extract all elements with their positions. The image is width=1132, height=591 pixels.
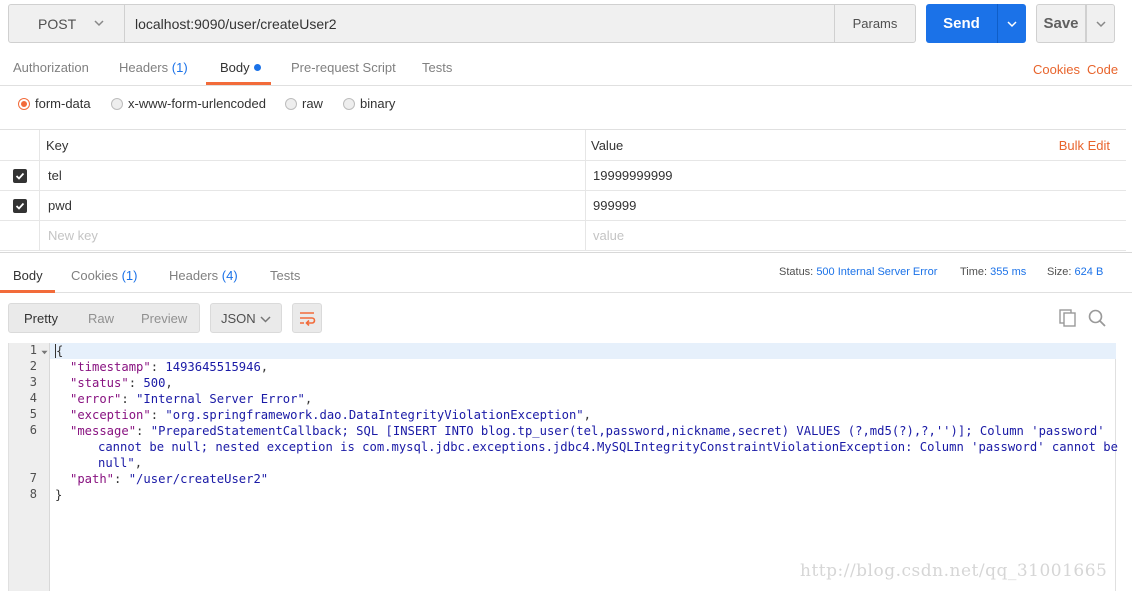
tab-authorization[interactable]: Authorization (13, 60, 89, 75)
response-tabs: Body Cookies (1) Headers (4) Tests Statu… (0, 252, 1132, 293)
form-data-table: Key Value Bulk Edit tel 19999999999 pwd … (0, 129, 1126, 251)
body-modified-dot (253, 64, 261, 71)
code-line: "status": 500, (70, 376, 173, 390)
copy-icon[interactable] (1058, 308, 1078, 328)
response-size: Size: 624 B (1047, 266, 1104, 278)
tab-headers[interactable]: Headers (1) (119, 60, 188, 75)
active-line-highlight (50, 343, 1116, 359)
code-line-wrapped: null", (98, 456, 143, 470)
request-bar: POST localhost:9090/user/createUser2 Par… (8, 4, 1118, 43)
save-button[interactable]: Save (1036, 4, 1086, 43)
code-line: "message": "PreparedStatementCallback; S… (70, 424, 1105, 438)
line-number: 2 (29, 359, 37, 373)
wrap-lines-button[interactable] (292, 303, 322, 333)
line-number: 5 (29, 407, 37, 421)
code-line: "error": "Internal Server Error", (70, 392, 313, 406)
method-select[interactable]: POST (8, 4, 125, 43)
size-value: 624 B (1074, 266, 1104, 278)
active-tab-indicator (206, 82, 271, 85)
save-dropdown-button[interactable] (1086, 4, 1115, 43)
code-line: { (55, 344, 64, 358)
tab-pre-request-script[interactable]: Pre-request Script (291, 60, 396, 75)
format-label: JSON (221, 310, 256, 326)
line-number: 7 (29, 471, 37, 485)
wrap-lines-icon (300, 312, 316, 326)
url-input[interactable]: localhost:9090/user/createUser2 (125, 4, 835, 43)
table-header: Key Value Bulk Edit (0, 130, 1126, 161)
chevron-down-icon (94, 20, 104, 27)
view-raw-button[interactable]: Raw (88, 311, 114, 326)
code-line-wrapped: cannot be null; nested exception is com.… (98, 440, 1118, 454)
table-row-new: New key value (0, 221, 1126, 251)
key-column-header: Key (46, 137, 69, 153)
code-link[interactable]: Code (1087, 62, 1118, 77)
line-number: 4 (29, 391, 37, 405)
response-tab-headers[interactable]: Headers (4) (169, 268, 238, 283)
code-line: "exception": "org.springframework.dao.Da… (70, 408, 591, 422)
code-line: "timestamp": 1493645515946, (70, 360, 269, 374)
chevron-down-icon (1095, 20, 1106, 27)
view-mode-toggle: Pretty Raw Preview (8, 303, 200, 333)
radio-icon (343, 97, 355, 110)
table-row: tel 19999999999 (0, 161, 1126, 191)
line-number: 1 (29, 343, 37, 357)
watermark: http://blog.csdn.net/qq_31001665 (800, 561, 1108, 581)
view-preview-button[interactable]: Preview (141, 311, 187, 326)
line-number-gutter: 1 2 3 4 5 6 7 8 (9, 343, 50, 591)
status-value: 500 Internal Server Error (816, 266, 938, 278)
method-label: POST (38, 15, 77, 32)
radio-x-www-form-urlencoded[interactable]: x-www-form-urlencoded (111, 96, 266, 111)
send-dropdown-button[interactable] (997, 4, 1026, 43)
radio-icon (285, 97, 297, 110)
code-line: } (55, 488, 63, 502)
line-number: 6 (29, 423, 37, 437)
radio-form-data[interactable]: form-data (18, 96, 91, 111)
code-line: "path": "/user/createUser2" (70, 472, 269, 486)
radio-raw[interactable]: raw (285, 96, 323, 111)
send-button[interactable]: Send (926, 4, 997, 43)
new-value-input[interactable]: value (593, 221, 624, 250)
response-tab-body[interactable]: Body (13, 268, 43, 283)
line-number: 8 (29, 487, 37, 501)
table-row: pwd 999999 (0, 191, 1126, 221)
response-body-viewer[interactable]: 1 2 3 4 5 6 7 8 { "timestamp": 149364551… (8, 343, 1118, 591)
headers-count: (1) (171, 60, 188, 75)
view-pretty-button[interactable]: Pretty (24, 311, 58, 326)
request-tabs: Authorization Headers (1) Body Pre-reque… (0, 50, 1132, 86)
checkbox-checked-icon[interactable] (12, 168, 27, 183)
response-tab-cookies[interactable]: Cookies (1) (71, 268, 137, 283)
checkbox-checked-icon[interactable] (12, 198, 27, 213)
cookies-link[interactable]: Cookies (1033, 62, 1080, 77)
search-icon[interactable] (1087, 308, 1107, 328)
response-time: Time: 355 ms (960, 266, 1027, 278)
radio-selected-icon (18, 97, 30, 110)
response-status: Status: 500 Internal Server Error (779, 266, 938, 278)
tab-tests[interactable]: Tests (422, 60, 452, 75)
radio-binary[interactable]: binary (343, 96, 395, 111)
active-tab-indicator (0, 290, 55, 293)
value-column-header: Value (591, 137, 624, 153)
tab-body[interactable]: Body (220, 60, 261, 75)
key-cell[interactable]: tel (48, 161, 62, 190)
response-tab-tests[interactable]: Tests (270, 268, 300, 283)
time-value: 355 ms (990, 266, 1027, 278)
value-cell[interactable]: 19999999999 (593, 161, 673, 190)
key-cell[interactable]: pwd (48, 191, 72, 220)
line-number: 3 (29, 375, 37, 389)
new-key-input[interactable]: New key (48, 221, 98, 250)
fold-arrow-icon[interactable] (41, 349, 48, 356)
chevron-down-icon (260, 316, 271, 323)
radio-icon (111, 97, 123, 110)
chevron-down-icon (1007, 20, 1017, 27)
bulk-edit-link[interactable]: Bulk Edit (1059, 130, 1110, 160)
value-cell[interactable]: 999999 (593, 191, 636, 220)
format-select[interactable]: JSON (210, 303, 282, 333)
params-button[interactable]: Params (834, 4, 916, 43)
